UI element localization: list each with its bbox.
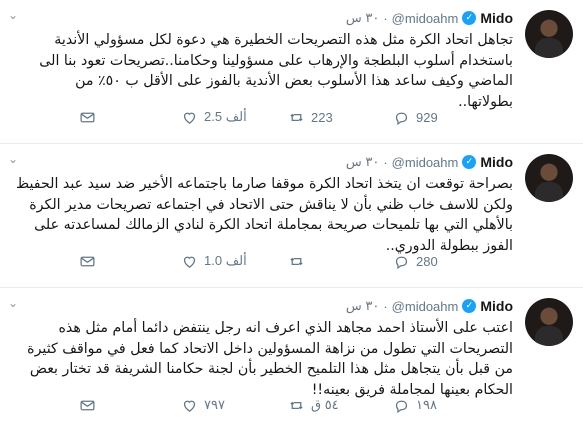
timestamp[interactable]: ٣٠ س <box>346 154 379 170</box>
avatar[interactable] <box>525 10 573 58</box>
heart-icon <box>183 112 196 124</box>
verified-badge-icon: ✓ <box>462 299 477 313</box>
retweet-icon <box>290 401 303 409</box>
like-button[interactable]: 1.0 ألف <box>181 250 247 272</box>
reply-icon <box>395 256 408 269</box>
like-button[interactable]: 2.5 ألف <box>181 106 247 128</box>
heart-icon <box>183 256 196 268</box>
tweet-text: اعتب على الأستاذ احمد مجاهد الذي اعرف ان… <box>27 320 513 398</box>
chevron-down-icon[interactable]: ⌄ <box>8 296 18 310</box>
like-count: ٧٩٧ <box>204 397 225 412</box>
reply-button[interactable]: ١٩٨ <box>393 394 437 416</box>
tweet-card[interactable]: ⌄ Mido ✓ @midoahm · ٣٠ س بصراحة توقعت ان… <box>0 144 583 288</box>
avatar[interactable] <box>525 154 573 202</box>
verified-badge-icon: ✓ <box>462 11 477 25</box>
direct-message-button[interactable] <box>79 394 96 416</box>
tweet-card[interactable]: ⌄ Mido ✓ @midoahm · ٣٠ س تجاهل اتحاد الك… <box>0 0 583 144</box>
reply-icon <box>395 400 408 413</box>
reply-count: 929 <box>416 109 438 125</box>
tweet-header: Mido ✓ @midoahm · ٣٠ س <box>346 8 513 28</box>
retweet-count: ٥٤ ق <box>311 397 339 412</box>
reply-icon <box>395 112 408 125</box>
direct-message-button[interactable] <box>79 250 96 272</box>
user-handle[interactable]: @midoahm <box>392 299 459 314</box>
direct-message-button[interactable] <box>79 106 96 128</box>
user-handle[interactable]: @midoahm <box>392 155 459 170</box>
mail-icon <box>80 112 95 122</box>
tweet-feed: ⌄ Mido ✓ @midoahm · ٣٠ س تجاهل اتحاد الك… <box>0 0 583 430</box>
separator-dot: · <box>383 298 388 314</box>
retweet-button[interactable]: 223 <box>288 106 333 128</box>
retweet-icon <box>290 257 303 265</box>
mail-icon <box>80 400 95 410</box>
reply-button[interactable]: 280 <box>393 250 438 272</box>
tweet-header: Mido ✓ @midoahm · ٣٠ س <box>346 296 513 316</box>
retweet-button[interactable]: ٥٤ ق <box>288 394 339 416</box>
timestamp[interactable]: ٣٠ س <box>346 10 379 26</box>
chevron-down-icon[interactable]: ⌄ <box>8 152 18 166</box>
like-button[interactable]: ٧٩٧ <box>181 394 225 416</box>
tweet-actions: 2.5 ألف 223 929 <box>73 106 513 128</box>
reply-count: ١٩٨ <box>416 397 437 412</box>
avatar[interactable] <box>525 298 573 346</box>
display-name[interactable]: Mido <box>480 154 513 170</box>
mail-icon <box>80 256 95 266</box>
reply-button[interactable]: 929 <box>393 106 438 128</box>
verified-badge-icon: ✓ <box>462 155 477 169</box>
retweet-button[interactable] <box>288 250 311 272</box>
tweet-header: Mido ✓ @midoahm · ٣٠ س <box>346 152 513 172</box>
tweet-actions: ٧٩٧ ٥٤ ق ١٩٨ <box>73 394 513 416</box>
separator-dot: · <box>383 10 388 26</box>
timestamp[interactable]: ٣٠ س <box>346 298 379 314</box>
heart-icon <box>183 400 196 412</box>
tweet-text: تجاهل اتحاد الكرة مثل هذه التصريحات الخط… <box>39 32 513 110</box>
retweet-icon <box>290 113 303 121</box>
reply-count: 280 <box>416 253 438 269</box>
like-count: 1.0 ألف <box>204 253 247 268</box>
like-count: 2.5 ألف <box>204 109 247 124</box>
separator-dot: · <box>383 154 388 170</box>
tweet-text: بصراحة توقعت ان يتخذ اتحاد الكرة موقفا ص… <box>16 176 513 254</box>
tweet-card[interactable]: ⌄ Mido ✓ @midoahm · ٣٠ س اعتب على الأستا… <box>0 288 583 430</box>
tweet-actions: 1.0 ألف 280 <box>73 250 513 272</box>
display-name[interactable]: Mido <box>480 10 513 26</box>
retweet-count: 223 <box>311 109 333 125</box>
user-handle[interactable]: @midoahm <box>392 11 459 26</box>
chevron-down-icon[interactable]: ⌄ <box>8 8 18 22</box>
display-name[interactable]: Mido <box>480 298 513 314</box>
